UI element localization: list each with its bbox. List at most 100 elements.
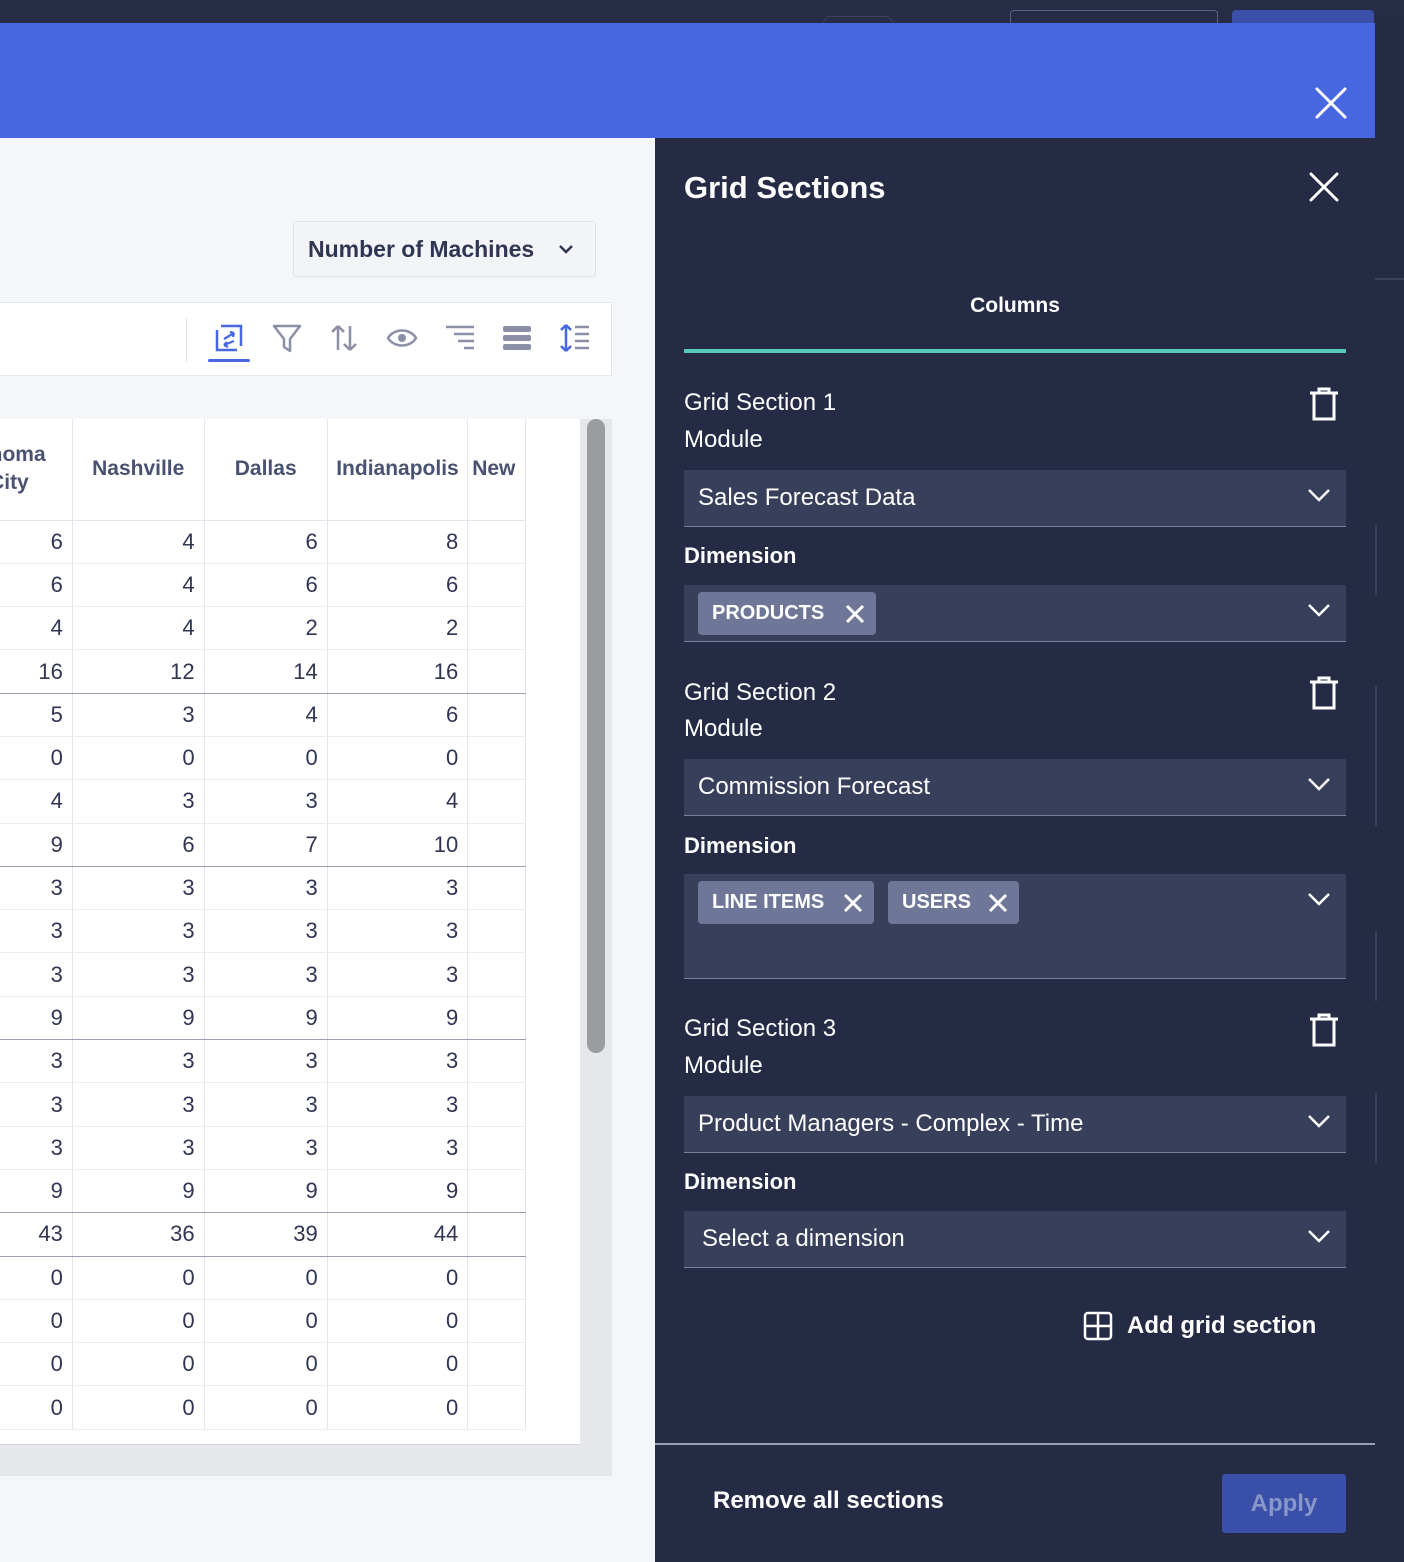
grid-column-header[interactable]: New [467, 419, 526, 521]
grid-cell[interactable]: 4 [204, 693, 328, 737]
grid-cell[interactable]: 3 [204, 952, 328, 997]
grid-cell[interactable]: 0 [327, 1299, 469, 1344]
line-height-icon[interactable] [556, 319, 594, 357]
grid-cell[interactable]: 6 [0, 563, 73, 608]
grid-cell[interactable]: 16 [327, 649, 469, 694]
remove-tag-icon[interactable] [844, 603, 866, 625]
grid-cell[interactable] [467, 693, 526, 737]
grid-cell[interactable]: 3 [0, 1126, 73, 1170]
add-grid-section-button[interactable]: Add grid section [1083, 1308, 1316, 1344]
grid-cell[interactable]: 0 [327, 1256, 469, 1300]
grid-column-header[interactable]: Indianapolis [327, 419, 469, 521]
grid-cell[interactable]: 3 [327, 866, 469, 911]
tab-columns[interactable]: Columns [684, 294, 1346, 352]
remove-tag-icon[interactable] [987, 892, 1009, 914]
grid-cell[interactable]: 8 [327, 520, 469, 564]
grid-cell[interactable] [467, 1342, 526, 1387]
grid-cell[interactable]: 3 [72, 1082, 205, 1127]
grid-cell[interactable] [467, 1082, 526, 1127]
grid-cell[interactable]: 0 [72, 1342, 205, 1387]
row-density-icon[interactable] [498, 319, 536, 357]
top-outline-button[interactable] [1010, 10, 1218, 24]
grid-cell[interactable]: 4 [0, 779, 73, 824]
grid-cell[interactable]: 9 [327, 1169, 469, 1214]
section-1-module-select[interactable]: Sales Forecast Data [684, 470, 1346, 527]
grid-cell[interactable] [467, 1385, 526, 1430]
grid-cell[interactable] [467, 1256, 526, 1300]
grid-cell[interactable]: 44 [327, 1212, 469, 1257]
grid-cell[interactable]: 3 [327, 909, 469, 954]
grid-cell[interactable]: 0 [204, 1256, 328, 1300]
grid-cell[interactable]: 16 [0, 649, 73, 694]
grid-cell[interactable]: 0 [72, 1299, 205, 1344]
grid-cell[interactable]: 3 [72, 779, 205, 824]
grid-cell[interactable] [467, 866, 526, 911]
remove-all-sections-button[interactable]: Remove all sections [713, 1487, 944, 1515]
grid-cell[interactable]: 43 [0, 1212, 73, 1257]
grid-cell[interactable]: 3 [0, 866, 73, 911]
grid-cell[interactable]: 0 [327, 1385, 469, 1430]
section-3-module-select[interactable]: Product Managers - Complex - Time [684, 1096, 1346, 1153]
grid-cell[interactable]: 0 [72, 1385, 205, 1430]
grid-cell[interactable]: 4 [72, 520, 205, 564]
top-primary-button[interactable] [1232, 10, 1374, 23]
grid-cell[interactable]: 0 [0, 1342, 73, 1387]
grid-cell[interactable]: 0 [204, 1385, 328, 1430]
grid-cell[interactable] [467, 823, 526, 867]
section-2-dimension-select[interactable]: LINE ITEMS USERS [684, 874, 1346, 979]
align-right-icon[interactable] [441, 319, 479, 357]
grid-cell[interactable] [467, 1212, 526, 1257]
grid-cell[interactable]: 3 [327, 1082, 469, 1127]
grid-cell[interactable]: 9 [0, 1169, 73, 1214]
grid-cell[interactable] [467, 952, 526, 997]
grid-cell[interactable]: 6 [0, 520, 73, 564]
grid-cell[interactable]: 6 [72, 823, 205, 867]
grid-cell[interactable]: 4 [72, 563, 205, 608]
grid-cell[interactable]: 0 [204, 736, 328, 781]
grid-cell[interactable] [467, 649, 526, 694]
grid-column-header[interactable]: lahoma City [0, 419, 73, 521]
grid-cell[interactable]: 3 [327, 1039, 469, 1084]
grid-cell[interactable]: 9 [72, 996, 205, 1041]
grid-cell[interactable]: 3 [204, 866, 328, 911]
grid-cell[interactable]: 5 [0, 693, 73, 737]
sort-icon[interactable] [325, 319, 363, 357]
grid-cell[interactable] [467, 1039, 526, 1084]
grid-cell[interactable] [467, 1299, 526, 1344]
grid-cell[interactable] [467, 606, 526, 651]
grid-cell[interactable]: 3 [0, 1039, 73, 1084]
section-1-dimension-select[interactable]: PRODUCTS [684, 585, 1346, 642]
grid-cell[interactable]: 3 [0, 1082, 73, 1127]
grid-cell[interactable]: 3 [204, 909, 328, 954]
horizontal-scrollbar[interactable] [0, 1444, 612, 1476]
grid-cell[interactable]: 12 [72, 649, 205, 694]
grid-cell[interactable]: 2 [204, 606, 328, 651]
vertical-scrollbar-thumb[interactable] [587, 419, 605, 1053]
grid-cell[interactable]: 14 [204, 649, 328, 694]
grid-cell[interactable]: 0 [72, 1256, 205, 1300]
grid-column-header[interactable]: Dallas [204, 419, 328, 521]
apply-button[interactable]: Apply [1222, 1474, 1346, 1533]
filter-icon[interactable] [268, 319, 306, 357]
grid-cell[interactable]: 3 [327, 1126, 469, 1170]
grid-cell[interactable]: 7 [204, 823, 328, 867]
grid-cell[interactable]: 4 [0, 606, 73, 651]
grid-cell[interactable]: 3 [72, 1039, 205, 1084]
grid-cell[interactable]: 3 [0, 952, 73, 997]
grid-cell[interactable]: 9 [0, 996, 73, 1041]
grid-cell[interactable]: 9 [204, 996, 328, 1041]
grid-cell[interactable]: 3 [204, 1039, 328, 1084]
grid-cell[interactable]: 0 [72, 736, 205, 781]
grid-cell[interactable] [467, 909, 526, 954]
grid-cell[interactable]: 6 [204, 520, 328, 564]
grid-cell[interactable]: 4 [327, 779, 469, 824]
panel-close-icon[interactable] [1308, 171, 1340, 203]
grid-cell[interactable]: 0 [327, 1342, 469, 1387]
grid-cell[interactable]: 0 [204, 1299, 328, 1344]
grid-cell[interactable]: 10 [327, 823, 469, 867]
grid-cell[interactable]: 3 [72, 866, 205, 911]
grid-cell[interactable]: 3 [72, 952, 205, 997]
grid-cell[interactable] [467, 1169, 526, 1214]
section-1-trash-icon[interactable] [1307, 386, 1341, 422]
measure-select[interactable]: Number of Machines [293, 221, 596, 277]
